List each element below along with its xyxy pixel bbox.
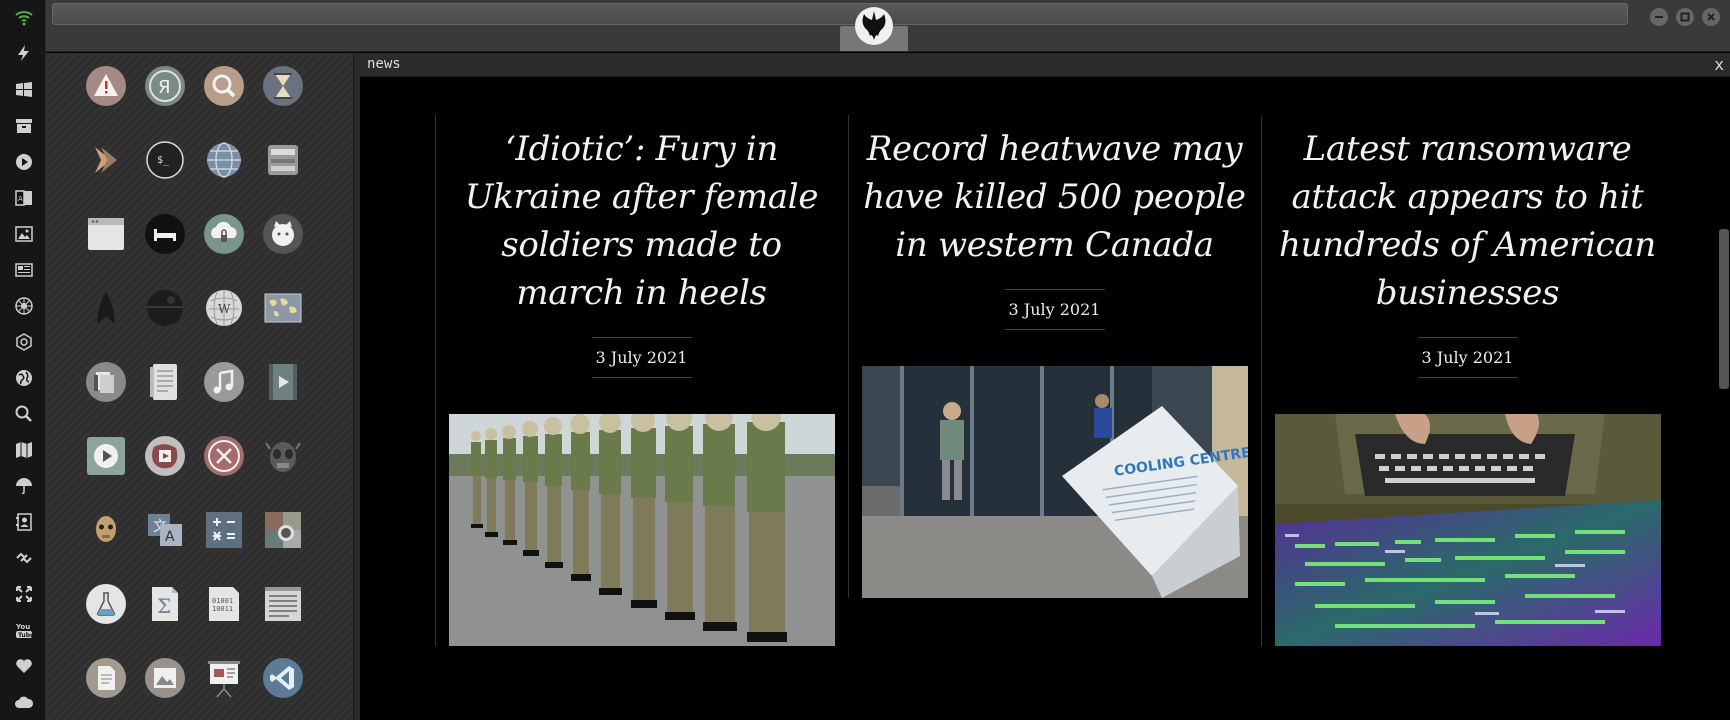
youtube-icon[interactable]: You Tube [11, 617, 37, 643]
globe-icon[interactable] [11, 365, 37, 391]
news-scrollbar[interactable] [1718, 77, 1730, 720]
play-circle-icon[interactable] [11, 149, 37, 175]
music-icon[interactable] [203, 361, 245, 403]
starfleet-icon[interactable] [85, 287, 127, 329]
windows-icon[interactable] [11, 77, 37, 103]
taskbar-strip[interactable] [52, 3, 1628, 25]
translate-book-icon[interactable]: A [11, 185, 37, 211]
window-icon[interactable] [85, 213, 127, 255]
video-rec-icon[interactable] [144, 435, 186, 477]
dock: A You Tube [0, 0, 46, 720]
app-launcher-panel: Я $_ W 文A Σ 0100110011 [46, 53, 354, 720]
file-icon[interactable] [85, 657, 127, 699]
umbrella-icon[interactable] [11, 473, 37, 499]
alien-icon[interactable] [262, 435, 304, 477]
hourglass-icon[interactable] [262, 65, 304, 107]
wifi-icon[interactable] [11, 4, 37, 30]
cloud-lock-icon[interactable] [203, 213, 245, 255]
calculator-icon[interactable] [203, 509, 245, 551]
svg-text:$_: $_ [157, 155, 170, 166]
svg-text:A: A [165, 529, 175, 545]
close-window-button[interactable] [1702, 8, 1720, 26]
article-image-ransomware[interactable] [1274, 414, 1661, 646]
warning-icon[interactable] [85, 65, 127, 107]
article-date: 3 July 2021 [1417, 337, 1518, 378]
camera-icon[interactable] [262, 509, 304, 551]
article-title[interactable]: Latest ransomware attack appears to hit … [1262, 115, 1673, 317]
svg-text:W: W [218, 302, 231, 316]
svg-text:Σ: Σ [157, 594, 171, 618]
image-icon[interactable] [11, 221, 37, 247]
video-icon[interactable] [262, 361, 304, 403]
contacts-icon[interactable] [11, 509, 37, 535]
bed-icon[interactable] [144, 213, 186, 255]
terminal-icon[interactable]: $_ [144, 139, 186, 181]
search-icon[interactable] [11, 401, 37, 427]
news-scroll-thumb[interactable] [1719, 229, 1729, 389]
vscode-icon[interactable] [262, 657, 304, 699]
library-icon[interactable] [85, 361, 127, 403]
article-image-soldiers[interactable] [448, 414, 835, 646]
maximize-button[interactable] [1676, 8, 1694, 26]
article-date: 3 July 2021 [591, 337, 692, 378]
article-date: 3 July 2021 [1004, 289, 1105, 330]
bolt-icon[interactable] [11, 40, 37, 66]
terminal-chevron-icon[interactable] [85, 139, 127, 181]
yandex-icon[interactable]: Я [144, 65, 186, 107]
close-circle-icon[interactable] [203, 435, 245, 477]
heart-icon[interactable] [11, 653, 37, 679]
minimize-button[interactable] [1650, 8, 1668, 26]
world-map-icon[interactable] [262, 287, 304, 329]
expand-icon[interactable] [11, 581, 37, 607]
article-title[interactable]: ‘Idiotic’: Fury in Ukraine after female … [436, 115, 847, 317]
svg-text:A: A [18, 195, 23, 203]
top-bar [46, 0, 1730, 52]
wikipedia-icon[interactable]: W [203, 287, 245, 329]
presentation-icon[interactable] [203, 657, 245, 699]
article-title[interactable]: Record heatwave may have killed 500 peop… [849, 115, 1260, 269]
news-titlebar: news x [360, 53, 1730, 77]
map-icon[interactable] [11, 437, 37, 463]
article-card-3[interactable]: Latest ransomware attack appears to hit … [1261, 115, 1673, 646]
picture-viewer-icon[interactable] [144, 657, 186, 699]
svg-text:10011: 10011 [212, 605, 233, 613]
window-title: news [367, 56, 401, 72]
text-editor-icon[interactable] [262, 583, 304, 625]
newspaper-icon[interactable] [11, 257, 37, 283]
cloud-icon[interactable] [11, 689, 37, 715]
article-image-cooling-centre[interactable]: COOLING CENTRE [861, 366, 1248, 598]
github-icon[interactable] [262, 213, 304, 255]
svg-text:You: You [15, 623, 30, 631]
article-card-1[interactable]: ‘Idiotic’: Fury in Ukraine after female … [435, 115, 847, 646]
svg-text:Я: Я [158, 77, 171, 98]
article-card-2[interactable]: Record heatwave may have killed 500 peop… [848, 115, 1260, 598]
printer-icon[interactable] [262, 139, 304, 181]
link-icon[interactable] [11, 545, 37, 571]
binary-icon[interactable]: 01001 10011 [203, 583, 245, 625]
c3po-icon[interactable] [85, 509, 127, 551]
death-star-icon[interactable] [144, 287, 186, 329]
document-icon[interactable] [144, 361, 186, 403]
sigma-icon[interactable]: Σ [144, 583, 186, 625]
media-player-icon[interactable] [85, 435, 127, 477]
globe-icon[interactable] [203, 139, 245, 181]
close-button[interactable]: x [1714, 55, 1724, 74]
news-window: news x ‘Idiotic’: Fury in Ukraine after … [360, 53, 1730, 720]
archive-icon[interactable] [11, 113, 37, 139]
rebel-alliance-icon[interactable] [11, 293, 37, 319]
empire-icon[interactable] [11, 329, 37, 355]
rebel-alliance-logo-icon[interactable] [854, 6, 894, 46]
search-icon[interactable] [203, 65, 245, 107]
svg-text:Tube: Tube [18, 632, 34, 639]
science-icon[interactable] [85, 583, 127, 625]
translate-icon[interactable]: 文A [144, 509, 186, 551]
svg-text:01001: 01001 [212, 597, 233, 605]
